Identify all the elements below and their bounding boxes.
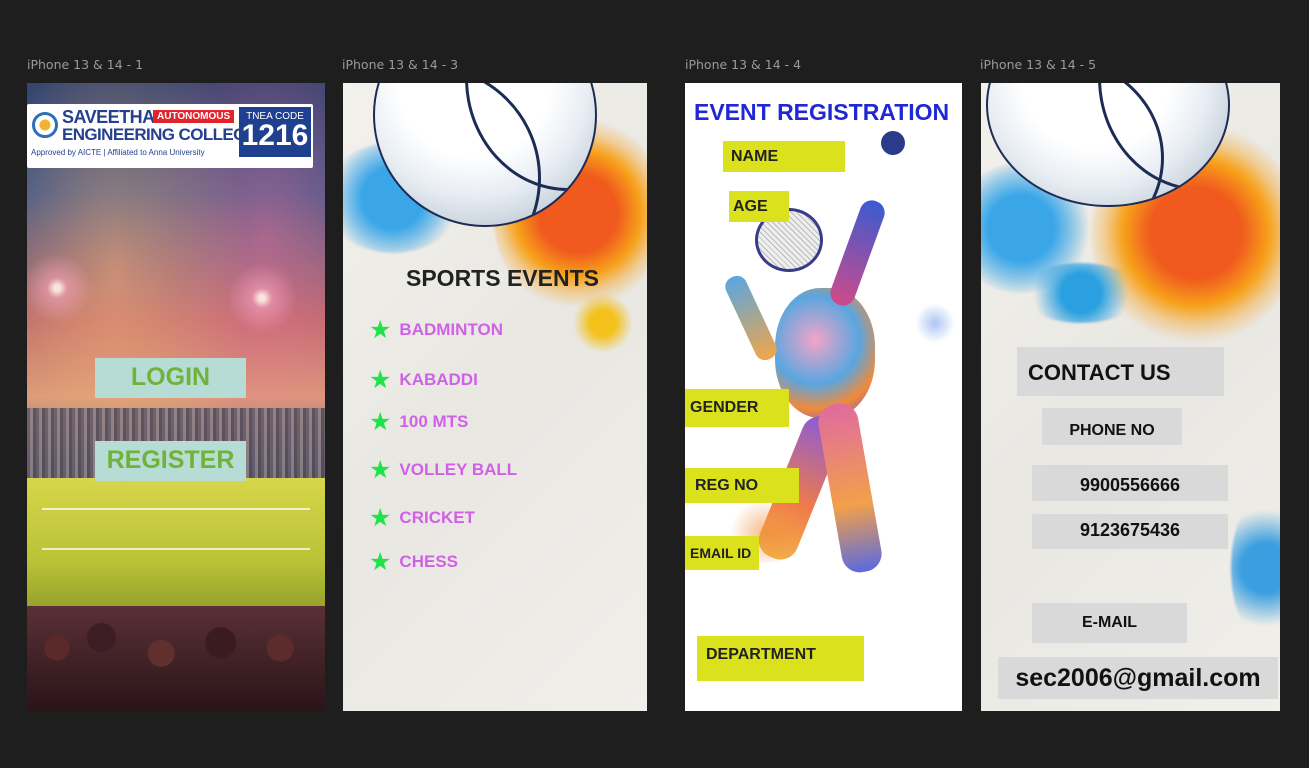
volleyball-image (986, 83, 1230, 207)
frame-label-5: iPhone 13 & 14 - 5 (980, 57, 1097, 72)
star-icon: ★ (369, 456, 392, 484)
event-item-cricket[interactable]: ★ CRICKET (369, 503, 475, 533)
firework-decor (227, 263, 297, 333)
event-label: CHESS (399, 552, 458, 571)
logo-autonomous-badge: AUTONOMOUS (153, 110, 235, 123)
event-item-badminton[interactable]: ★ BADMINTON (369, 315, 503, 345)
event-registration-title: EVENT REGISTRATION (694, 99, 950, 125)
paint-splash-decor (573, 293, 633, 353)
home-screen[interactable]: SAVEETHA AUTONOMOUS ENGINEERING COLLEGE … (27, 83, 325, 711)
star-icon: ★ (369, 316, 392, 344)
reg-no-field[interactable]: REG NO (685, 468, 799, 503)
star-icon: ★ (369, 548, 392, 576)
register-button[interactable]: REGISTER (95, 441, 246, 481)
event-label: CRICKET (399, 508, 475, 527)
logo-affiliation: Approved by AICTE | Affiliated to Anna U… (31, 148, 205, 157)
stadium-pitch-image (27, 478, 325, 618)
email-label: E-MAIL (1032, 603, 1187, 643)
event-item-chess[interactable]: ★ CHESS (369, 547, 458, 577)
contact-us-screen[interactable]: CONTACT US PHONE NO 9900556666 912367543… (981, 83, 1280, 711)
tnea-code-badge: TNEA CODE 1216 (239, 107, 311, 157)
paint-splash-decor (1021, 263, 1141, 323)
event-item-volley-ball[interactable]: ★ VOLLEY BALL (369, 455, 517, 485)
firework-decor (27, 253, 92, 323)
department-field[interactable]: DEPARTMENT (697, 636, 864, 681)
age-field[interactable]: AGE (729, 191, 789, 222)
logo-line2: ENGINEERING COLLEGE (62, 125, 257, 144)
frame-label-1: iPhone 13 & 14 - 1 (27, 57, 144, 72)
sports-events-title: SPORTS EVENTS (406, 265, 599, 291)
frame-label-3: iPhone 13 & 14 - 3 (342, 57, 459, 72)
phone-number-1[interactable]: 9900556666 (1032, 465, 1228, 501)
event-item-100-mts[interactable]: ★ 100 MTS (369, 407, 468, 437)
contact-us-title: CONTACT US (1017, 347, 1224, 396)
login-button[interactable]: LOGIN (95, 358, 246, 398)
event-label: KABADDI (399, 370, 478, 389)
event-item-kabaddi[interactable]: ★ KABADDI (369, 365, 478, 395)
name-field[interactable]: NAME (723, 141, 845, 172)
sports-events-screen[interactable]: SPORTS EVENTS ★ BADMINTON ★ KABADDI ★ 100 M… (343, 83, 647, 711)
email-address[interactable]: sec2006@gmail.com (998, 657, 1278, 699)
star-icon: ★ (369, 408, 392, 436)
tnea-code: 1216 (241, 119, 309, 152)
email-id-field[interactable]: EMAIL ID (685, 536, 759, 570)
paint-splash-decor (1231, 493, 1280, 643)
college-logo: SAVEETHA AUTONOMOUS ENGINEERING COLLEGE … (27, 104, 313, 168)
phone-no-label: PHONE NO (1042, 408, 1182, 445)
crowd-image (27, 606, 325, 711)
event-registration-screen[interactable]: EVENT REGISTRATION NAME AGE GENDER REG N… (685, 83, 962, 711)
frame-label-4: iPhone 13 & 14 - 4 (685, 57, 802, 72)
star-icon: ★ (369, 366, 392, 394)
star-icon: ★ (369, 504, 392, 532)
logo-line1: SAVEETHA (62, 107, 155, 127)
gender-field[interactable]: GENDER (685, 389, 789, 427)
event-label: 100 MTS (399, 412, 469, 431)
event-label: BADMINTON (399, 320, 503, 339)
phone-number-2[interactable]: 9123675436 (1032, 514, 1228, 549)
college-emblem-icon (32, 112, 58, 138)
event-label: VOLLEY BALL (399, 460, 518, 479)
